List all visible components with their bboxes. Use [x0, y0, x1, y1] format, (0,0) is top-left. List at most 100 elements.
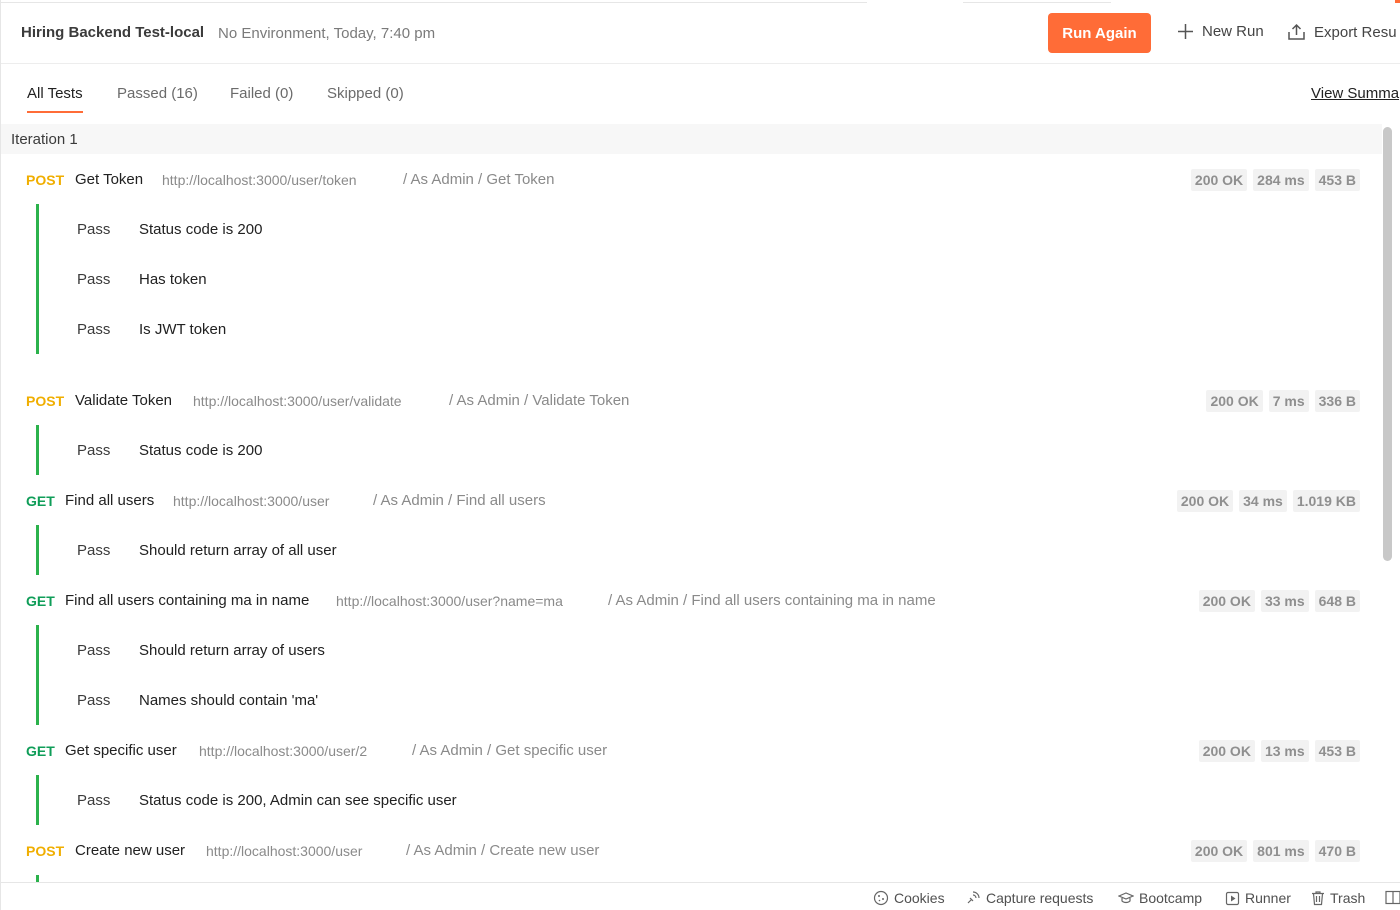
runner-icon [1225, 891, 1240, 905]
request-row[interactable]: POST Get Token http://localhost:3000/use… [1, 154, 1382, 204]
test-list: Pass Status code is 200 [36, 425, 1382, 475]
layout-toggle-button[interactable] [1385, 890, 1400, 905]
test-result: Pass Status code is 200 [39, 204, 1382, 254]
size-badge: 336 B [1314, 390, 1360, 412]
status-badge: 200 OK [1190, 840, 1248, 862]
run-header: Hiring Backend Test-local No Environment… [1, 3, 1400, 64]
test-result: Pass Should return array of users [39, 625, 1382, 675]
request-path: / As Admin / Get specific user [412, 742, 608, 759]
cookies-label: Cookies [894, 890, 945, 906]
test-name: Has token [139, 271, 207, 288]
time-badge: 34 ms [1239, 490, 1287, 512]
size-badge: 470 B [1314, 840, 1360, 862]
cookie-icon [873, 890, 889, 906]
test-status: Pass [77, 271, 111, 288]
time-badge: 33 ms [1260, 590, 1309, 612]
run-name: Hiring Backend Test-local [21, 24, 205, 41]
graduation-cap-icon [1118, 892, 1134, 904]
scrollbar-thumb[interactable] [1383, 127, 1392, 561]
test-list: Pass Should return array of users Pass Nam… [36, 625, 1382, 725]
trash-icon [1312, 891, 1324, 906]
request-method: POST [26, 843, 65, 859]
request-method: GET [26, 743, 55, 759]
bootcamp-label: Bootcamp [1139, 890, 1203, 906]
request-row[interactable]: GET Get specific user http://localhost:3… [1, 725, 1382, 775]
test-list: Pass Status code is 200, Admin can see sp… [36, 775, 1382, 825]
request-method: POST [26, 393, 65, 409]
test-status: Pass [77, 221, 111, 238]
test-result: Pass Has token [39, 254, 1382, 304]
request-name[interactable]: Get specific user [65, 742, 177, 759]
results-list[interactable]: Iteration 1 POST Get Token http://localh… [1, 124, 1382, 882]
request-path: / As Admin / Validate Token [449, 392, 630, 409]
test-name: Status code is 200 [139, 221, 263, 238]
run-again-button[interactable]: Run Again [1048, 13, 1151, 53]
bootcamp-button[interactable]: Bootcamp [1118, 890, 1202, 906]
new-run-button[interactable]: New Run [1177, 23, 1264, 40]
request-path: / As Admin / Get Token [403, 171, 555, 188]
view-summary-link[interactable]: View Summa [1311, 85, 1399, 102]
time-badge: 7 ms [1268, 390, 1309, 412]
test-result: Pass Status code is 200 [39, 425, 1382, 475]
test-status: Pass [77, 642, 111, 659]
test-name: Names should contain 'ma' [139, 692, 319, 709]
size-badge: 453 B [1314, 740, 1360, 762]
export-icon [1288, 23, 1305, 40]
trash-button[interactable]: Trash [1311, 890, 1365, 906]
request-name[interactable]: Find all users containing ma in name [65, 592, 309, 609]
request-row[interactable]: GET Find all users containing ma in name… [1, 575, 1382, 625]
request-result[interactable]: POST Create new user http://localhost:30… [1, 825, 1382, 882]
status-badge: 200 OK [1206, 390, 1263, 412]
time-badge: 284 ms [1253, 169, 1309, 191]
request-result[interactable]: POST Get Token http://localhost:3000/use… [1, 154, 1382, 375]
status-badge: 200 OK [1198, 590, 1255, 612]
request-row[interactable]: POST Create new user http://localhost:30… [1, 825, 1382, 875]
tab-failed[interactable]: Failed (0) [230, 85, 293, 111]
test-list: Pass Status code is 200 Pass Has token Pas… [36, 204, 1382, 354]
runner-label: Runner [1245, 890, 1291, 906]
request-method: POST [26, 172, 65, 188]
status-badge: 200 OK [1198, 740, 1255, 762]
request-url: http://localhost:3000/user/2 [199, 743, 368, 759]
time-badge: 801 ms [1253, 840, 1309, 862]
size-badge: 453 B [1314, 169, 1360, 191]
tab-passed[interactable]: Passed (16) [117, 85, 198, 111]
capture-requests-button[interactable]: Capture requests [965, 890, 1093, 906]
request-name[interactable]: Validate Token [75, 392, 172, 409]
test-status: Pass [77, 792, 111, 809]
tab-all-tests[interactable]: All Tests [27, 85, 83, 113]
runner-button[interactable]: Runner [1225, 890, 1291, 906]
test-name: Is JWT token [139, 321, 227, 338]
size-badge: 648 B [1314, 590, 1360, 612]
test-status: Pass [77, 321, 111, 338]
capture-requests-label: Capture requests [986, 890, 1094, 906]
test-result: Pass Should return array of all user [39, 525, 1382, 575]
export-results-label: Export Resu [1314, 23, 1397, 41]
results-scrollbar[interactable] [1382, 124, 1393, 882]
request-row[interactable]: GET Find all users http://localhost:3000… [1, 475, 1382, 525]
request-name[interactable]: Get Token [75, 171, 143, 188]
export-results-button[interactable]: Export Resu [1287, 23, 1397, 41]
request-name[interactable]: Find all users [65, 492, 154, 509]
results-filter-tabs: All Tests Passed (16) Failed (0) Skipped… [1, 64, 1400, 124]
cookies-button[interactable]: Cookies [873, 890, 945, 906]
request-url: http://localhost:3000/user [206, 843, 363, 859]
request-row[interactable]: POST Validate Token http://localhost:300… [1, 375, 1382, 425]
request-result[interactable]: GET Get specific user http://localhost:3… [1, 725, 1382, 825]
request-result[interactable]: GET Find all users http://localhost:3000… [1, 475, 1382, 575]
test-name: Should return array of all user [139, 542, 337, 559]
request-name[interactable]: Create new user [75, 842, 185, 859]
request-url: http://localhost:3000/user [173, 493, 330, 509]
test-result: Pass Status code is 200, Admin can see sp… [39, 775, 1382, 825]
request-method: GET [26, 593, 55, 609]
request-result[interactable]: POST Validate Token http://localhost:300… [1, 375, 1382, 475]
test-name: Should return array of users [139, 642, 325, 659]
size-badge: 1.019 KB [1292, 490, 1360, 512]
tab-skipped[interactable]: Skipped (0) [327, 85, 404, 111]
time-badge: 13 ms [1260, 740, 1309, 762]
request-result[interactable]: GET Find all users containing ma in name… [1, 575, 1382, 725]
request-path: / As Admin / Find all users containing m… [608, 592, 936, 609]
plus-icon [1178, 24, 1193, 39]
two-pane-icon [1385, 890, 1400, 905]
new-run-label: New Run [1202, 23, 1264, 40]
